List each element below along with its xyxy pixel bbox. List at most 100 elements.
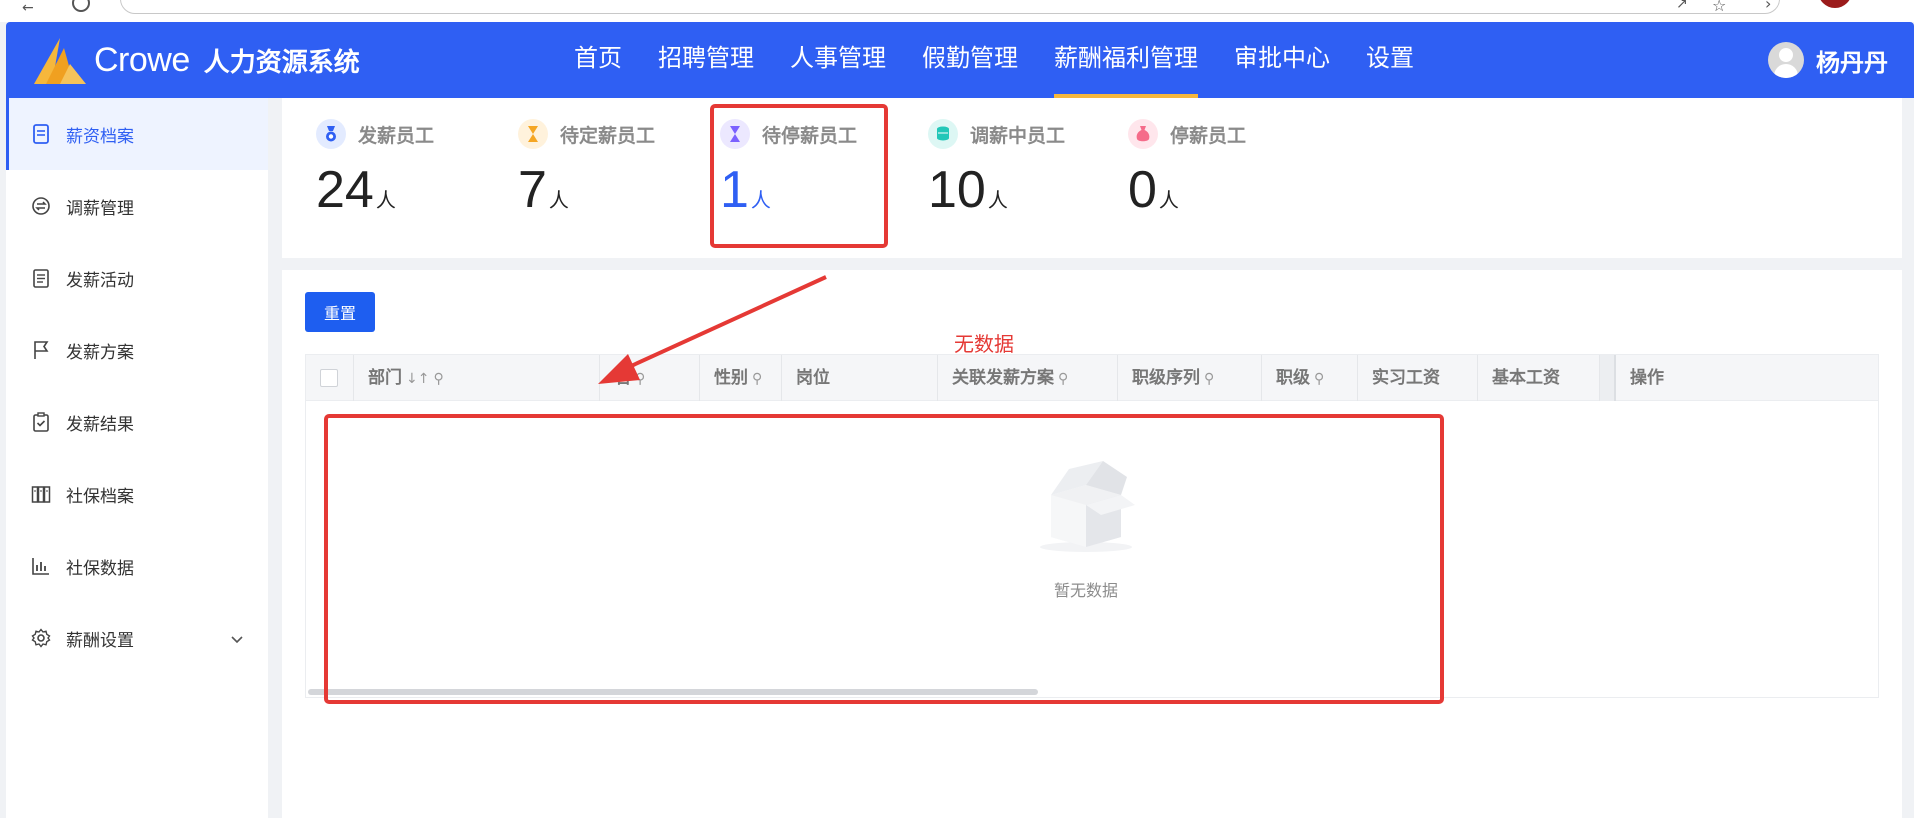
stat-label: 调薪中员工 bbox=[970, 124, 1066, 147]
bar-chart-icon bbox=[30, 555, 52, 577]
column-header-label: 基本工资 bbox=[1492, 368, 1560, 388]
salary-table: 部门 ↓↑ ⚲ 名 ⚲ 性别 ⚲ 岗位 关联发薪方案 ⚲ 职级序列 ⚲ 职级 ⚲ 实习工资 bbox=[305, 354, 1879, 698]
main-panel: 重置 无数据 部门 ↓↑ ⚲ 名 ⚲ 性别 ⚲ 岗位 关联发薪方案 ⚲ 职级序列 ⚲ bbox=[282, 270, 1902, 818]
back-arrow-icon[interactable]: ← bbox=[22, 0, 34, 16]
search-icon[interactable]: ⚲ bbox=[1058, 371, 1068, 387]
address-bar[interactable] bbox=[120, 0, 1780, 14]
nav-item-approval[interactable]: 审批中心 bbox=[1216, 22, 1348, 98]
sort-icon[interactable]: ↓↑ bbox=[406, 371, 429, 387]
stat-pending-salary-employees[interactable]: 待定薪员工 7人 bbox=[518, 116, 698, 236]
search-icon[interactable]: ⚲ bbox=[1314, 371, 1324, 387]
extensions-chevron-icon[interactable]: › bbox=[1765, 0, 1771, 13]
no-data-annotation: 无数据 bbox=[954, 332, 1014, 356]
stat-value: 10 bbox=[928, 161, 986, 219]
stat-value: 0 bbox=[1128, 161, 1157, 219]
column-header-rank[interactable]: 职级 ⚲ bbox=[1262, 355, 1358, 401]
column-header-label: 性别 bbox=[714, 368, 748, 388]
browser-profile-avatar[interactable] bbox=[1818, 0, 1852, 8]
sidebar-item-pay-plan[interactable]: 发薪方案 bbox=[6, 314, 268, 386]
column-header-actions: 操作 bbox=[1614, 355, 1878, 401]
sidebar: 薪资档案 调薪管理 发薪活动 发薪方案 发薪结果 社保档案 社保数据 薪酬设置 bbox=[6, 98, 268, 818]
sidebar-item-label: 社保数据 bbox=[66, 558, 134, 579]
nav-item-home[interactable]: 首页 bbox=[556, 22, 640, 98]
stat-label: 待定薪员工 bbox=[560, 124, 656, 147]
stat-adjusting-employees[interactable]: 调薪中员工 10 人 bbox=[928, 116, 1108, 236]
stat-paid-employees[interactable]: 发薪员工 24 人 bbox=[316, 116, 496, 236]
column-header-department[interactable]: 部门 ↓↑ ⚲ bbox=[354, 355, 600, 401]
sidebar-item-pay-activity[interactable]: 发薪活动 bbox=[6, 242, 268, 314]
search-icon[interactable]: ⚲ bbox=[635, 371, 645, 387]
select-all-cell bbox=[306, 355, 354, 401]
column-header-label: 部门 bbox=[368, 368, 402, 388]
column-header-label: 操作 bbox=[1630, 368, 1664, 388]
column-header-pay-plan[interactable]: 关联发薪方案 ⚲ bbox=[938, 355, 1118, 401]
coins-icon bbox=[928, 119, 958, 149]
sidebar-item-social-archive[interactable]: 社保档案 bbox=[6, 458, 268, 530]
stat-unit: 人 bbox=[1158, 190, 1179, 212]
sidebar-item-salary-adjust[interactable]: 调薪管理 bbox=[6, 170, 268, 242]
sidebar-item-label: 薪资档案 bbox=[66, 126, 134, 147]
sidebar-item-label: 薪酬设置 bbox=[66, 630, 134, 651]
column-header-rank-sequence[interactable]: 职级序列 ⚲ bbox=[1118, 355, 1262, 401]
reset-button[interactable]: 重置 bbox=[305, 292, 375, 332]
bookmark-star-icon[interactable]: ☆ bbox=[1712, 0, 1726, 15]
column-header-label: 实习工资 bbox=[1372, 368, 1440, 388]
horizontal-scrollbar[interactable] bbox=[308, 689, 1038, 695]
user-menu[interactable]: 杨丹丹 bbox=[1768, 22, 1888, 98]
avatar bbox=[1768, 42, 1804, 78]
column-header-label: 名 bbox=[614, 368, 631, 388]
empty-box-icon bbox=[1040, 461, 1135, 552]
empty-state: 暂无数据 bbox=[1026, 455, 1146, 601]
stat-unit: 人 bbox=[548, 190, 569, 212]
nav-item-recruitment[interactable]: 招聘管理 bbox=[640, 22, 772, 98]
column-header-label: 关联发薪方案 bbox=[952, 368, 1054, 388]
search-icon[interactable]: ⚲ bbox=[433, 371, 443, 387]
reload-icon[interactable] bbox=[72, 0, 90, 12]
sidebar-item-social-data[interactable]: 社保数据 bbox=[6, 530, 268, 602]
column-header-overflow bbox=[1600, 355, 1615, 401]
hourglass-icon bbox=[518, 119, 548, 149]
nav-item-compensation[interactable]: 薪酬福利管理 bbox=[1036, 22, 1216, 98]
top-header: Crowe 人力资源系统 首页 招聘管理 人事管理 假勤管理 薪酬福利管理 审批… bbox=[6, 22, 1914, 98]
user-name: 杨丹丹 bbox=[1816, 48, 1888, 77]
column-header-position[interactable]: 岗位 bbox=[782, 355, 938, 401]
sidebar-item-label: 发薪方案 bbox=[66, 342, 134, 363]
sidebar-item-label: 发薪结果 bbox=[66, 414, 134, 435]
column-header-gender[interactable]: 性别 ⚲ bbox=[700, 355, 782, 401]
nav-item-personnel[interactable]: 人事管理 bbox=[772, 22, 904, 98]
column-header-label: 职级序列 bbox=[1132, 368, 1200, 388]
archive-icon bbox=[30, 483, 52, 505]
stat-unit: 人 bbox=[750, 190, 771, 212]
column-header-label: 岗位 bbox=[796, 368, 830, 388]
stat-unit: 人 bbox=[375, 190, 396, 212]
column-header-base-wage[interactable]: 基本工资 bbox=[1478, 355, 1600, 401]
share-icon[interactable]: ↗ bbox=[1676, 0, 1688, 12]
chevron-down-icon[interactable] bbox=[230, 630, 244, 650]
system-name: 人力资源系统 bbox=[203, 47, 360, 78]
column-header-intern-wage[interactable]: 实习工资 bbox=[1358, 355, 1478, 401]
sidebar-item-salary-archive[interactable]: 薪资档案 bbox=[6, 98, 268, 170]
logo[interactable]: Crowe 人力资源系统 bbox=[30, 34, 360, 86]
stat-pending-stop-employees[interactable]: 待停薪员工 1人 bbox=[720, 116, 900, 236]
sidebar-item-label: 发薪活动 bbox=[66, 270, 134, 291]
search-icon[interactable]: ⚲ bbox=[752, 371, 762, 387]
gear-icon bbox=[30, 627, 52, 649]
main-nav: 首页 招聘管理 人事管理 假勤管理 薪酬福利管理 审批中心 设置 bbox=[556, 22, 1432, 98]
stat-value: 24 bbox=[316, 161, 374, 219]
sidebar-item-salary-settings[interactable]: 薪酬设置 bbox=[6, 602, 268, 674]
stat-label: 发薪员工 bbox=[358, 124, 435, 147]
sidebar-item-label: 社保档案 bbox=[66, 486, 134, 507]
nav-item-attendance[interactable]: 假勤管理 bbox=[904, 22, 1036, 98]
column-header-label: 职级 bbox=[1276, 368, 1310, 388]
file-icon bbox=[30, 123, 52, 145]
column-header-name[interactable]: 名 ⚲ bbox=[600, 355, 700, 401]
nav-item-settings[interactable]: 设置 bbox=[1348, 22, 1432, 98]
table-header: 部门 ↓↑ ⚲ 名 ⚲ 性别 ⚲ 岗位 关联发薪方案 ⚲ 职级序列 ⚲ 职级 ⚲ 实习工资 bbox=[306, 355, 1878, 401]
sidebar-item-pay-result[interactable]: 发薪结果 bbox=[6, 386, 268, 458]
stat-stopped-employees[interactable]: 停薪员工 0人 bbox=[1128, 116, 1308, 236]
browser-toolbar: ← ↗ ☆ › bbox=[0, 0, 1914, 22]
stat-value: 1 bbox=[720, 161, 749, 219]
search-icon[interactable]: ⚲ bbox=[1204, 371, 1214, 387]
sidebar-item-label: 调薪管理 bbox=[66, 198, 134, 219]
select-all-checkbox[interactable] bbox=[320, 369, 338, 387]
